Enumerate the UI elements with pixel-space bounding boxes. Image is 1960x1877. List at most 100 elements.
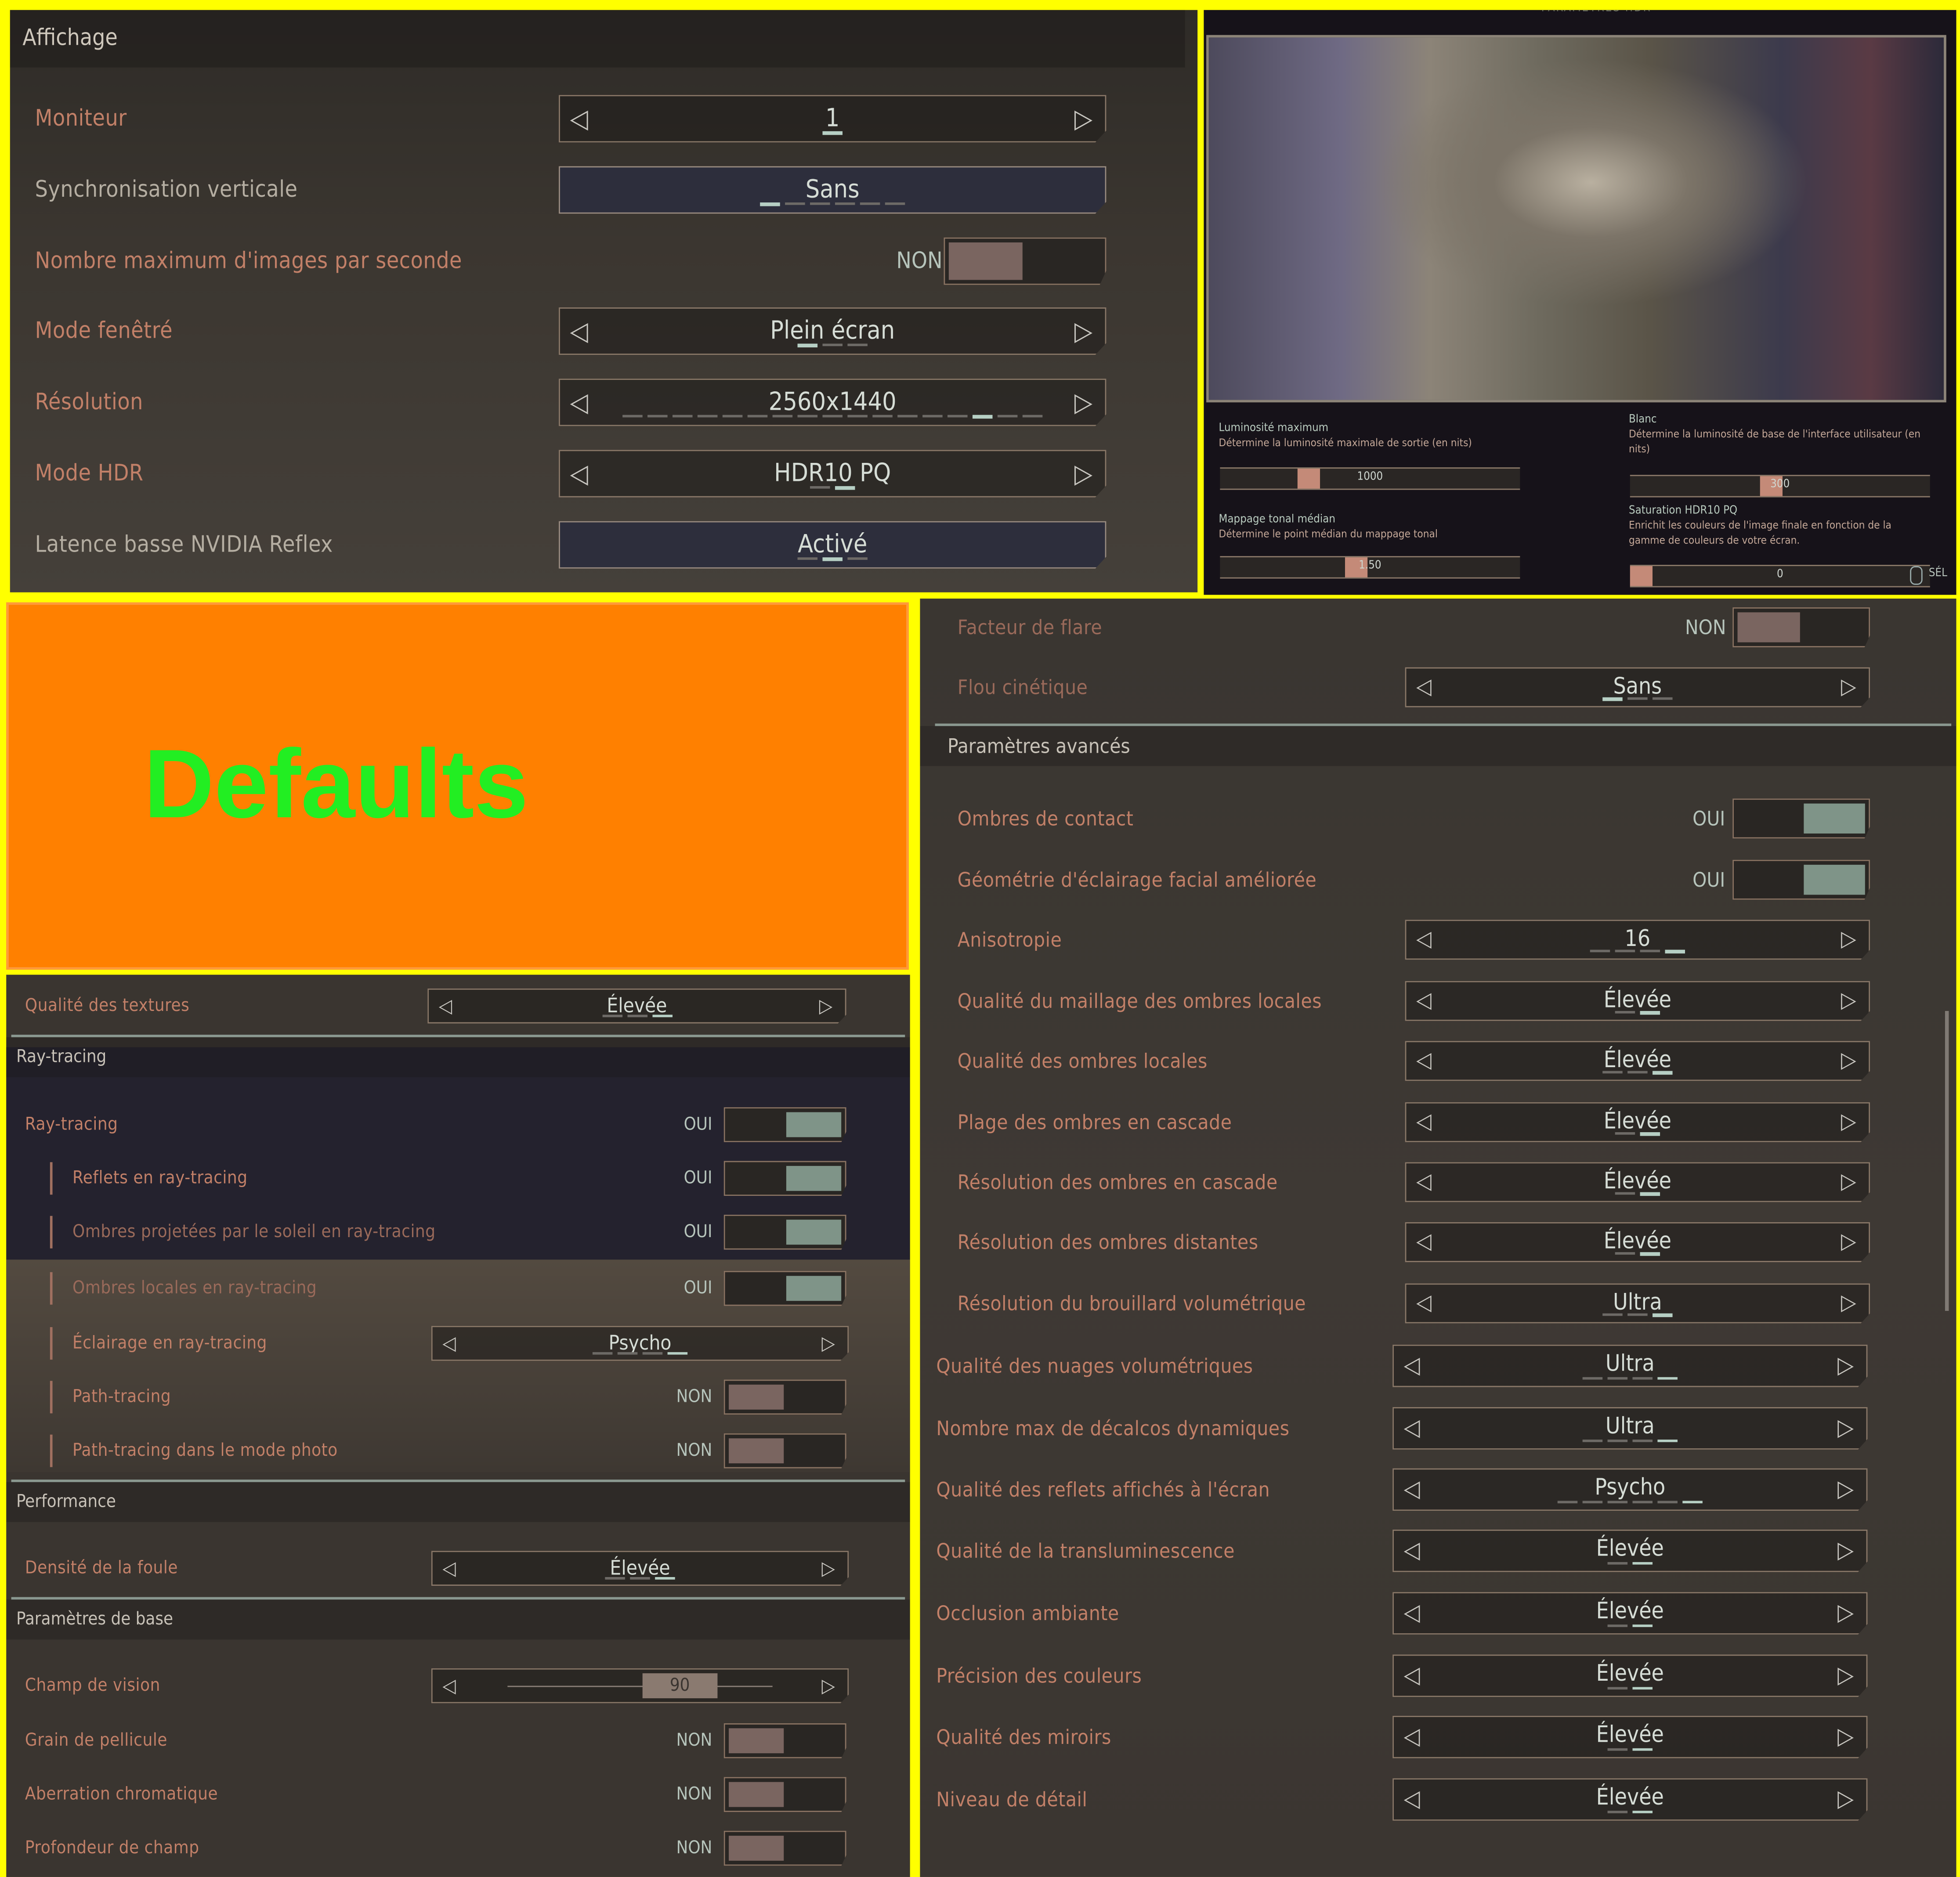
setting-label-nombre-max-de-decalcos-dynamiques: Nombre max de décalcos dynamiques xyxy=(936,1416,1290,1440)
page-indicator xyxy=(1394,1439,1866,1443)
setting-label-qualite-des-reflets-affiches-a-l-ecran: Qualité des reflets affichés à l'écran xyxy=(936,1477,1270,1502)
indent-line xyxy=(50,1216,52,1249)
page-indicator xyxy=(560,486,1105,490)
indicator-dash xyxy=(822,131,843,135)
indicator-dash xyxy=(747,415,768,418)
hdr-slider[interactable]: 1000 xyxy=(1220,467,1520,490)
arrow-right-icon[interactable]: ▷ xyxy=(822,1675,835,1697)
selector-mode-fenetre[interactable]: ◁ ▷ Plein écran xyxy=(559,307,1107,355)
toggle-facteur-de-flare[interactable] xyxy=(1732,607,1870,647)
selector-qualite-des-miroirs[interactable]: ◁ ▷ Élevée xyxy=(1392,1715,1868,1758)
selector-anisotropie[interactable]: ◁ ▷ 16 xyxy=(1405,920,1870,960)
selector-eclairage-en-ray-tracing[interactable]: ◁ ▷ Psycho xyxy=(431,1326,849,1361)
toggle-reflets-en-ray-tracing[interactable] xyxy=(723,1161,846,1196)
section-divider xyxy=(11,1480,905,1482)
slider-knob[interactable]: 90 xyxy=(642,1673,717,1699)
indicator-dash xyxy=(1632,1624,1653,1628)
selector-densite-de-la-foule[interactable]: ◁ ▷ Élevée xyxy=(431,1551,849,1586)
toggle-grain-de-pellicule[interactable] xyxy=(723,1723,846,1758)
indicator-dash xyxy=(1627,697,1648,700)
setting-label-profondeur-de-champ: Profondeur de champ xyxy=(25,1838,199,1859)
selector-mode-hdr[interactable]: ◁ ▷ HDR10 PQ xyxy=(559,450,1107,498)
indicator-dash xyxy=(642,1351,663,1354)
selected-value: Sans xyxy=(805,173,860,203)
hdr-slider[interactable]: 1.50 xyxy=(1220,556,1520,579)
selector-qualite-de-la-transluminescence[interactable]: ◁ ▷ Élevée xyxy=(1392,1529,1868,1572)
toggle-ombres-projetees-par-le-soleil-en-ray-tracing[interactable] xyxy=(723,1214,846,1250)
selector-occlusion-ambiante[interactable]: ◁ ▷ Élevée xyxy=(1392,1592,1868,1635)
selected-value: Élevée xyxy=(1596,1722,1664,1749)
setting-label-nombre-maximum-d-images-par-seconde: Nombre maximum d'images par seconde xyxy=(35,248,462,274)
hdr-slider[interactable]: 0 xyxy=(1630,565,1930,588)
toggle-state: OUI xyxy=(683,1115,712,1135)
indicator-dash xyxy=(1665,949,1685,953)
setting-label-resolution-des-ombres-en-cascade: Résolution des ombres en cascade xyxy=(957,1170,1278,1194)
selector-qualite-des-nuages-volumetriques[interactable]: ◁ ▷ Ultra xyxy=(1392,1344,1868,1387)
setting-label-ombres-de-contact: Ombres de contact xyxy=(957,806,1134,830)
indicator-dash xyxy=(617,1351,638,1354)
selector-resolution-du-brouillard-volumetrique[interactable]: ◁ ▷ Ultra xyxy=(1405,1283,1870,1324)
section-header-ray-tracing: Ray-tracing xyxy=(6,1037,910,1077)
selector-precision-des-couleurs[interactable]: ◁ ▷ Élevée xyxy=(1392,1654,1868,1697)
selector-qualite-des-reflets-affiches-a-l-ecran[interactable]: ◁ ▷ Psycho xyxy=(1392,1468,1868,1511)
indicator-dash xyxy=(1590,949,1610,953)
selector-latence-basse-nvidia-reflex[interactable]: Activé xyxy=(559,521,1107,569)
indicator-dash xyxy=(1582,1377,1603,1379)
indicator-dash xyxy=(1615,1252,1635,1255)
indicator-dash xyxy=(885,202,905,206)
toggle-knob xyxy=(1803,865,1865,895)
toggle-state: NON xyxy=(676,1784,712,1805)
toggle-nombre-maximum-d-images-par-seconde[interactable] xyxy=(944,237,1107,285)
toggle-path-tracing[interactable] xyxy=(723,1379,846,1415)
selected-value: Ultra xyxy=(1605,1413,1655,1440)
toggle-geometrie-d-eclairage-facial-amelioree[interactable] xyxy=(1732,859,1870,900)
selector-niveau-de-detail[interactable]: ◁ ▷ Élevée xyxy=(1392,1778,1868,1821)
indicator-dash xyxy=(1632,1748,1653,1751)
indicator-dash xyxy=(672,415,693,418)
indent-line xyxy=(50,1272,52,1305)
selector-synchronisation-verticale[interactable]: Sans xyxy=(559,166,1107,214)
selector-resolution[interactable]: ◁ ▷ 2560x1440 xyxy=(559,379,1107,426)
select-hint: SÉL xyxy=(1928,567,1947,580)
indicator-dash xyxy=(810,486,830,489)
scrollbar[interactable] xyxy=(1945,1011,1949,1311)
toggle-ray-tracing[interactable] xyxy=(723,1107,846,1142)
hdr-slider[interactable]: 300 xyxy=(1630,475,1930,498)
section-title: Paramètres de base xyxy=(16,1610,174,1630)
toggle-aberration-chromatique[interactable] xyxy=(723,1777,846,1812)
selector-flou-cinetique[interactable]: ◁ ▷ Sans xyxy=(1405,667,1870,707)
setting-label-qualite-du-maillage-des-ombres-locales: Qualité du maillage des ombres locales xyxy=(957,989,1322,1013)
selector-resolution-des-ombres-distantes[interactable]: ◁ ▷ Élevée xyxy=(1405,1222,1870,1262)
selected-value: Psycho xyxy=(1595,1474,1666,1501)
selector-resolution-des-ombres-en-cascade[interactable]: ◁ ▷ Élevée xyxy=(1405,1162,1870,1202)
page-indicator xyxy=(1406,697,1869,700)
selector-nombre-max-de-decalcos-dynamiques[interactable]: ◁ ▷ Ultra xyxy=(1392,1407,1868,1450)
toggle-state: NON xyxy=(676,1838,712,1859)
page-indicator xyxy=(1406,949,1869,953)
selector-qualite-du-maillage-des-ombres-locales[interactable]: ◁ ▷ Élevée xyxy=(1405,981,1870,1021)
indicator-dash xyxy=(605,1576,625,1579)
hdr-setting-desc: Détermine le point médian du mappage ton… xyxy=(1219,528,1438,541)
selector-qualite-des-textures[interactable]: ◁ ▷ Élevée xyxy=(427,988,846,1024)
arrow-left-icon[interactable]: ◁ xyxy=(442,1675,456,1697)
page-indicator xyxy=(560,415,1105,419)
section-divider xyxy=(11,1597,905,1600)
slider-champ-de-vision[interactable]: ◁ ▷ 90 xyxy=(431,1668,849,1704)
setting-label-path-tracing: Path-tracing xyxy=(72,1387,171,1408)
hdr-setting-desc: Enrichit les couleurs de l'image finale … xyxy=(1628,520,1891,548)
page-indicator xyxy=(1406,1192,1869,1195)
indicator-dash xyxy=(1640,1011,1660,1014)
toggle-path-tracing-dans-le-mode-photo[interactable] xyxy=(723,1433,846,1469)
toggle-ombres-de-contact[interactable] xyxy=(1732,798,1870,839)
toggle-ombres-locales-en-ray-tracing[interactable] xyxy=(723,1271,846,1306)
selector-moniteur[interactable]: ◁ ▷ 1 xyxy=(559,95,1107,143)
toggle-profondeur-de-champ[interactable] xyxy=(723,1830,846,1866)
toggle-state: NON xyxy=(1685,615,1726,639)
indent-line xyxy=(50,1434,52,1467)
setting-label-champ-de-vision: Champ de vision xyxy=(25,1675,160,1696)
page-indicator xyxy=(560,557,1105,561)
selector-qualite-des-ombres-locales[interactable]: ◁ ▷ Élevée xyxy=(1405,1041,1870,1081)
selector-plage-des-ombres-en-cascade[interactable]: ◁ ▷ Élevée xyxy=(1405,1102,1870,1142)
slider-track[interactable] xyxy=(507,1686,773,1687)
page-indicator xyxy=(560,344,1105,347)
